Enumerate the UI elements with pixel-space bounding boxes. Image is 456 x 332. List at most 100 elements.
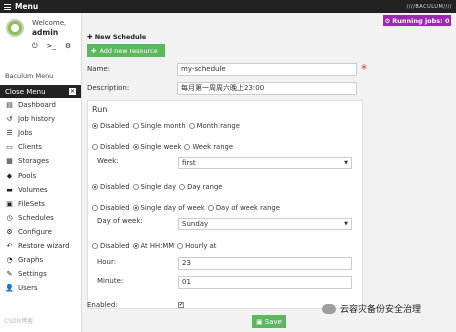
power-icon[interactable]: ⏻: [32, 42, 38, 51]
radio-label: Single week: [140, 143, 182, 151]
radio-label: At HH:MM: [140, 242, 175, 250]
name-field[interactable]: my-schedule: [177, 63, 357, 76]
menu-title[interactable]: Menu: [15, 2, 38, 11]
day-radio-group: Disabled Single day Day range: [90, 183, 222, 191]
sidebar-item-jobs[interactable]: ☰ Jobs: [0, 126, 81, 140]
watermark-text: 云容灾备份安全治理: [340, 305, 422, 315]
caret-down-icon: ▼: [344, 221, 348, 227]
top-bar: Menu ////BACULUM////: [0, 0, 456, 13]
radio-month-range[interactable]: [188, 123, 195, 129]
time-radio-group: Disabled At HH:MM Hourly at: [90, 242, 216, 250]
brand-logo: ////BACULUM////: [406, 3, 452, 10]
radio-label: Day of week range: [215, 204, 280, 212]
reply-icon: ↶: [6, 241, 13, 250]
radio-label: Hourly at: [185, 242, 217, 250]
run-title: Run: [92, 105, 108, 114]
radio-week-range[interactable]: [184, 144, 191, 150]
radio-time-disabled[interactable]: [92, 243, 98, 249]
save-button[interactable]: ▣ Save: [252, 315, 286, 328]
main-content: ✚ New Schedule ✚ Add new resource Name: …: [82, 13, 456, 332]
sidebar-item-storages[interactable]: ▦ Storages: [0, 154, 81, 168]
watermark-right: 云容灾备份安全治理: [322, 302, 421, 315]
radio-single-dow[interactable]: [132, 205, 139, 211]
description-field[interactable]: 每月第一周周六晚上23:00: [177, 82, 357, 95]
radio-dow-disabled[interactable]: [92, 205, 98, 211]
users-icon: 👤: [5, 284, 14, 293]
sidebar-item-label: Dashboard: [18, 101, 56, 110]
radio-week-disabled[interactable]: [92, 144, 98, 150]
menu-heading: Baculum Menu: [5, 72, 54, 80]
radio-dow-range[interactable]: [207, 205, 214, 211]
history-icon: ↺: [6, 115, 13, 124]
radio-label: Week range: [192, 143, 233, 151]
sidebar-item-label: FileSets: [18, 199, 45, 208]
radio-month-disabled[interactable]: [92, 123, 98, 129]
sidebar-item-label: Configure: [18, 227, 52, 236]
sidebar-item-pools[interactable]: ◆ Pools: [0, 168, 81, 182]
sidebar-item-label: Restore wizard: [18, 241, 70, 250]
caret-down-icon: ▼: [344, 160, 348, 166]
sidebar-item-label: Schedules: [18, 213, 54, 222]
close-menu-bar[interactable]: Close Menu ✕: [0, 85, 81, 98]
cog-icon[interactable]: ⚙: [65, 42, 71, 51]
sidebar-item-schedules[interactable]: ◷ Schedules: [0, 211, 81, 225]
sidebar-item-label: Pools: [18, 171, 37, 180]
enabled-label: Enabled:: [87, 301, 118, 309]
close-icon[interactable]: ✕: [69, 88, 76, 95]
sidebar-item-label: Jobs: [18, 129, 33, 138]
radio-label: Single day: [140, 183, 177, 191]
run-section: Run Disabled Single month Month range Di…: [87, 100, 363, 309]
clock-icon: ◷: [6, 213, 13, 222]
radio-single-day[interactable]: [132, 184, 139, 190]
wrench-icon: ✎: [6, 270, 13, 279]
sidebar-item-restore-wizard[interactable]: ↶ Restore wizard: [0, 239, 81, 253]
list-icon: ☰: [6, 129, 13, 138]
sidebar-item-settings[interactable]: ✎ Settings: [0, 267, 81, 281]
sidebar-item-dashboard[interactable]: ▤ Dashboard: [0, 98, 81, 112]
sidebar-item-filesets[interactable]: ▣ FileSets: [0, 197, 81, 211]
sidebar-item-users[interactable]: 👤 Users: [0, 281, 81, 295]
watermark-left: CSDN博客: [4, 318, 34, 325]
week-radio-group: Disabled Single week Week range: [90, 143, 233, 151]
sidebar-item-label: Storages: [18, 157, 50, 166]
radio-day-range[interactable]: [179, 184, 186, 190]
plus-icon: ✚: [87, 33, 95, 41]
minute-field[interactable]: 01: [178, 276, 352, 289]
chart-icon: ◔: [6, 256, 13, 265]
save-icon: ▣: [256, 317, 263, 326]
plus-icon: ✚: [91, 46, 97, 55]
terminal-icon[interactable]: >_: [47, 42, 56, 51]
cog-icon: ⚙: [6, 227, 13, 236]
sidebar-item-volumes[interactable]: ▬ Volumes: [0, 183, 81, 197]
radio-hourly-at[interactable]: [177, 243, 184, 249]
dow-radio-group: Disabled Single day of week Day of week …: [90, 204, 280, 212]
sidebar-item-clients[interactable]: ▭ Clients: [0, 140, 81, 154]
radio-label: Month range: [196, 122, 240, 130]
username: admin: [32, 28, 59, 37]
enabled-checkbox[interactable]: ✔: [178, 302, 184, 308]
desktop-icon: ▭: [6, 143, 13, 152]
radio-day-disabled[interactable]: [92, 184, 98, 190]
avatar: [6, 19, 24, 37]
hamburger-icon[interactable]: [4, 3, 11, 10]
radio-label: Disabled: [100, 122, 130, 130]
radio-label: Day range: [187, 183, 223, 191]
radio-label: Single month: [140, 122, 186, 130]
radio-single-month[interactable]: [132, 123, 139, 129]
week-select[interactable]: first ▼: [178, 157, 352, 169]
sidebar-item-configure[interactable]: ⚙ Configure: [0, 225, 81, 239]
required-marker: *: [361, 62, 367, 76]
dow-select[interactable]: Sunday ▼: [178, 218, 352, 230]
sidebar-item-label: Users: [18, 284, 38, 293]
radio-single-week[interactable]: [132, 144, 139, 150]
sidebar-item-graphs[interactable]: ◔ Graphs: [0, 253, 81, 267]
radio-label: Single day of week: [140, 204, 205, 212]
hour-field[interactable]: 23: [178, 257, 352, 270]
sidebar-item-job-history[interactable]: ↺ Job history: [0, 112, 81, 126]
radio-at-hhmm[interactable]: [132, 243, 139, 249]
close-menu-label[interactable]: Close Menu: [5, 88, 46, 96]
sidebar-nav: ▤ Dashboard ↺ Job history ☰ Jobs ▭ Clients ▦ Stor…: [0, 98, 81, 295]
page-title: ✚ New Schedule: [87, 33, 146, 41]
add-resource-button[interactable]: ✚ Add new resource: [87, 44, 165, 57]
dashboard-icon: ▤: [6, 101, 13, 110]
